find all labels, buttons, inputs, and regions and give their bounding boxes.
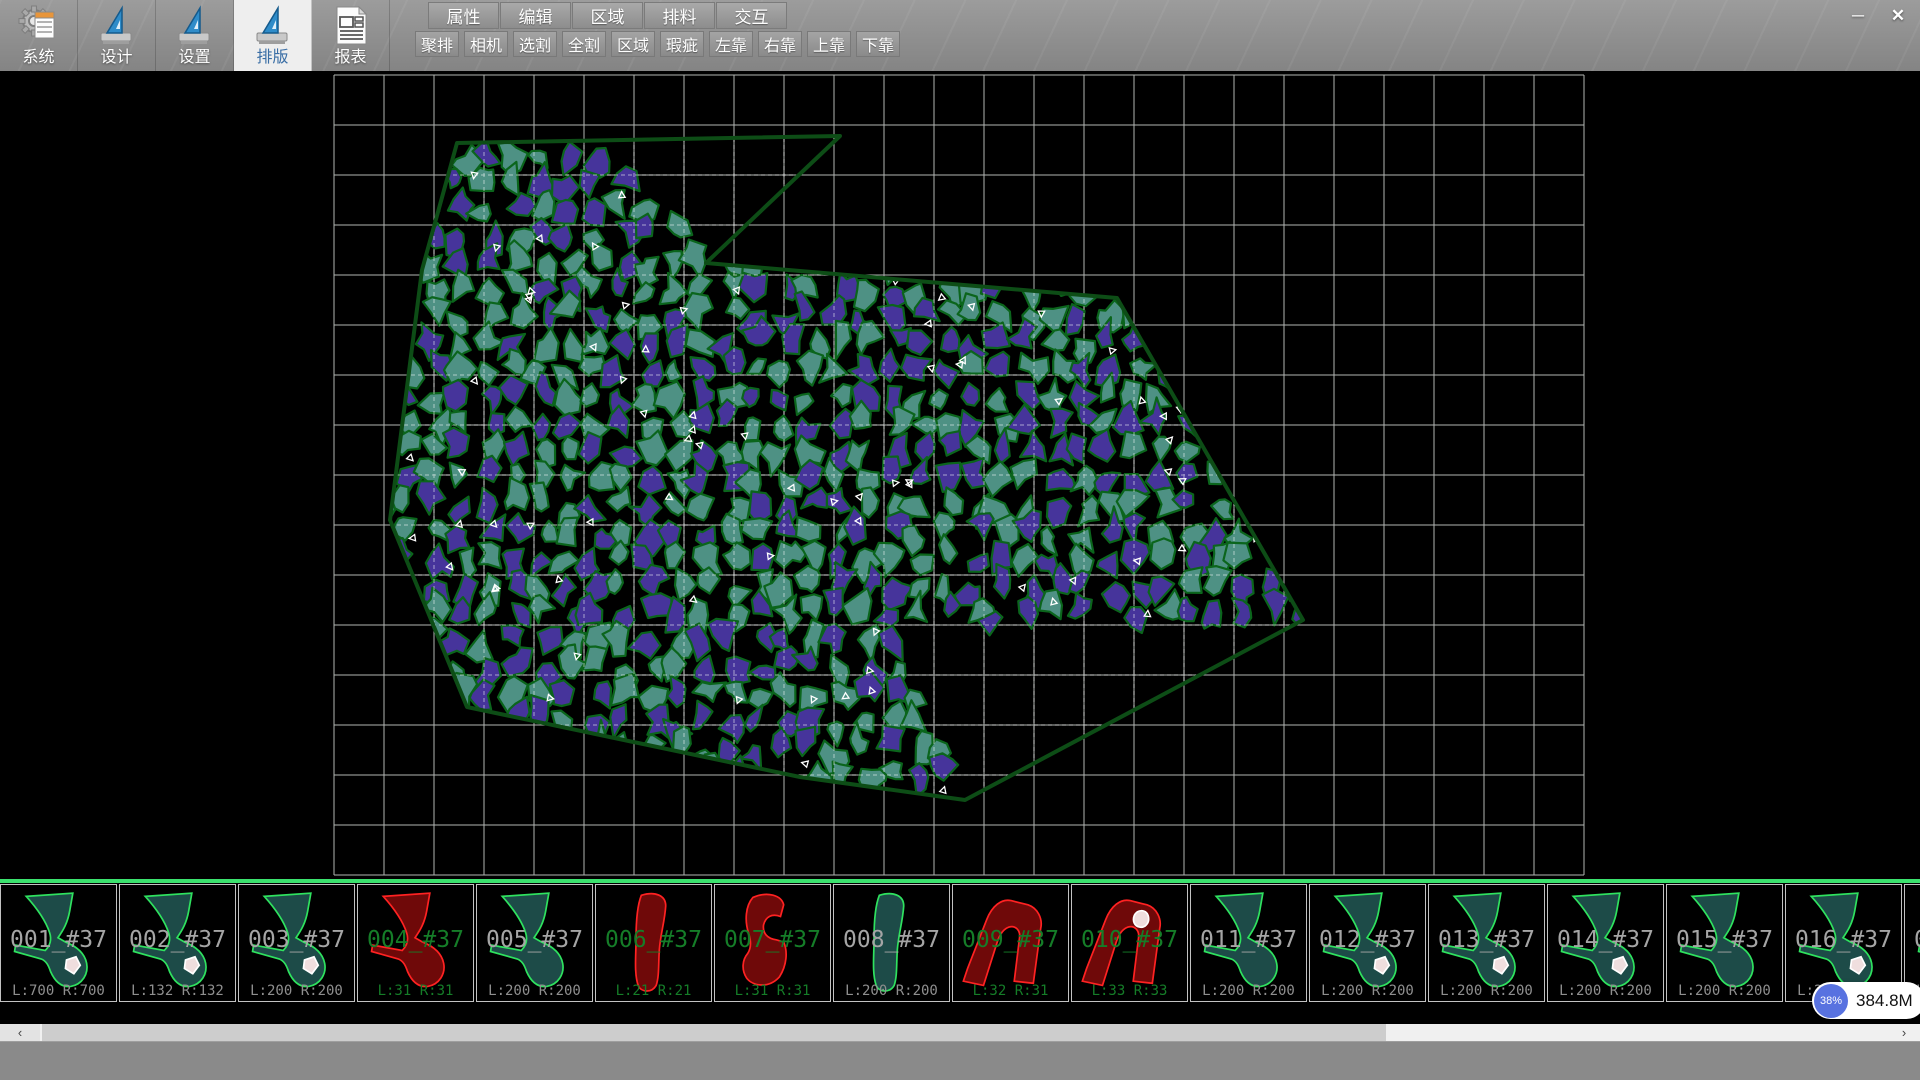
part-lr-count-label: L:200 R:200 [239, 983, 354, 999]
tool-button-4[interactable]: 全割 [562, 31, 606, 57]
part-lr-count-label: L:200 R:200 [1548, 983, 1663, 999]
menu-tab-2[interactable]: 编辑 [500, 2, 571, 29]
memory-percent-indicator: 38% [1814, 984, 1848, 1018]
part-tile-006_#37[interactable]: 006_#37 L:21 R:21 [595, 884, 712, 1002]
part-tile-010_#37[interactable]: 010_#37 L:33 R:33 [1071, 884, 1188, 1002]
part-id-label: 005_#37 [477, 927, 592, 953]
part-lr-count-label: L:200 R:200 [834, 983, 949, 999]
part-id-label: 015_#37 [1667, 927, 1782, 953]
tool-button-5[interactable]: 区域 [611, 31, 655, 57]
part-tile-008_#37[interactable]: 008_#37 L:200 R:200 [833, 884, 950, 1002]
part-tile-003_#37[interactable]: 003_#37 L:200 R:200 [238, 884, 355, 1002]
part-lr-count-label: L:700 R:700 [1, 983, 116, 999]
menu-tab-4[interactable]: 排料 [644, 2, 715, 29]
part-tile-014_#37[interactable]: 014_#37 L:200 R:200 [1547, 884, 1664, 1002]
close-icon[interactable]: ✕ [1882, 3, 1914, 29]
part-lr-count-label: L:200 R:200 [1191, 983, 1306, 999]
part-lr-count-label: L:32 R:31 [953, 983, 1068, 999]
part-tile-011_#37[interactable]: 011_#37 L:200 R:200 [1190, 884, 1307, 1002]
launcher-item-label: 设计 [100, 48, 132, 68]
toolbar: 系统设计设置排版报表 属性编辑区域排料交互 聚排相机选割全割区域瑕疵左靠右靠上靠… [0, 0, 1920, 72]
part-id-label: 007_#37 [715, 927, 830, 953]
set-square-icon [251, 3, 295, 47]
part-lr-count-label: L:21 R:21 [596, 983, 711, 999]
status-bar [0, 1041, 1920, 1080]
part-lr-count-label: L:200 R:200 [477, 983, 592, 999]
scroll-left-icon[interactable]: ‹ [0, 1024, 40, 1041]
part-lr-count-label: L:31 R:31 [715, 983, 830, 999]
part-tile-013_#37[interactable]: 013_#37 L:200 R:200 [1428, 884, 1545, 1002]
part-id-label: 014_#37 [1548, 927, 1663, 953]
report-icon [329, 3, 373, 47]
launcher-item-4[interactable]: 排版 [234, 0, 312, 71]
tool-button-10[interactable]: 下靠 [856, 31, 900, 57]
part-lr-count-label: L:33 R:33 [1072, 983, 1187, 999]
part-id-label: 017_#37 [1905, 927, 1920, 953]
part-lr-count-label: L:200 R:200 [1667, 983, 1782, 999]
memory-size-label: 384.8M [1856, 991, 1913, 1011]
set-square-icon [95, 3, 139, 47]
tool-button-6[interactable]: 瑕疵 [660, 31, 704, 57]
launcher-item-3[interactable]: 设置 [156, 0, 234, 71]
menu-tab-bar: 属性编辑区域排料交互 [428, 2, 788, 29]
tool-button-bar: 聚排相机选割全割区域瑕疵左靠右靠上靠下靠 [415, 31, 905, 57]
part-tile-005_#37[interactable]: 005_#37 L:200 R:200 [476, 884, 593, 1002]
launcher-bar: 系统 设计 设置 排版 报表 [0, 0, 390, 71]
part-id-label: 002_#37 [120, 927, 235, 953]
part-tile-009_#37[interactable]: 009_#37 L:32 R:31 [952, 884, 1069, 1002]
part-tile-015_#37[interactable]: 015_#37 L:200 R:200 [1666, 884, 1783, 1002]
memory-usage-badge: 38% 384.8M [1812, 982, 1920, 1019]
part-tile-001_#37[interactable]: 001_#37 L:700 R:700 [0, 884, 117, 1002]
launcher-item-1[interactable]: 系统 [0, 0, 78, 71]
tool-button-1[interactable]: 聚排 [415, 31, 459, 57]
tool-button-3[interactable]: 选割 [513, 31, 557, 57]
launcher-item-2[interactable]: 设计 [78, 0, 156, 71]
tool-button-9[interactable]: 上靠 [807, 31, 851, 57]
part-id-label: 003_#37 [239, 927, 354, 953]
tool-button-2[interactable]: 相机 [464, 31, 508, 57]
part-id-label: 006_#37 [596, 927, 711, 953]
part-id-label: 016_#37 [1786, 927, 1901, 953]
launcher-item-label: 排版 [256, 48, 288, 68]
part-lr-count-label: L:31 R:31 [358, 983, 473, 999]
window-controls: ─ ✕ [1842, 3, 1914, 29]
launcher-item-5[interactable]: 报表 [312, 0, 390, 71]
nesting-canvas-area [0, 71, 1920, 879]
menu-tab-1[interactable]: 属性 [428, 2, 499, 29]
tool-button-7[interactable]: 左靠 [709, 31, 753, 57]
part-tile-007_#37[interactable]: 007_#37 L:31 R:31 [714, 884, 831, 1002]
parts-tile-list: 001_#37L:700 R:700002_#37L:132 R:132003_… [0, 883, 1920, 1003]
tool-button-8[interactable]: 右靠 [758, 31, 802, 57]
scrollbar-thumb[interactable] [42, 1024, 1386, 1041]
part-id-label: 010_#37 [1072, 927, 1187, 953]
parts-strip: 001_#37L:700 R:700002_#37L:132 R:132003_… [0, 879, 1920, 1003]
menu-tab-3[interactable]: 区域 [572, 2, 643, 29]
launcher-item-label: 报表 [334, 48, 366, 68]
part-tile-012_#37[interactable]: 012_#37 L:200 R:200 [1309, 884, 1426, 1002]
part-id-label: 008_#37 [834, 927, 949, 953]
horizontal-scrollbar: ‹ › [0, 1024, 1920, 1041]
part-id-label: 013_#37 [1429, 927, 1544, 953]
launcher-item-label: 系统 [22, 48, 54, 68]
set-square-icon [173, 3, 217, 47]
launcher-item-label: 设置 [178, 48, 210, 68]
part-id-label: 012_#37 [1310, 927, 1425, 953]
part-id-label: 009_#37 [953, 927, 1068, 953]
part-lr-count-label: L:132 R:132 [120, 983, 235, 999]
part-lr-count-label: L:200 R:200 [1429, 983, 1544, 999]
gear-document-icon [17, 3, 61, 47]
part-tile-004_#37[interactable]: 004_#37 L:31 R:31 [357, 884, 474, 1002]
minimize-icon[interactable]: ─ [1842, 3, 1874, 29]
part-id-label: 001_#37 [1, 927, 116, 953]
scroll-right-icon[interactable]: › [1890, 1024, 1918, 1041]
menu-tab-5[interactable]: 交互 [716, 2, 787, 29]
application-window: 系统设计设置排版报表 属性编辑区域排料交互 聚排相机选割全割区域瑕疵左靠右靠上靠… [0, 0, 1920, 1080]
part-id-label: 004_#37 [358, 927, 473, 953]
part-lr-count-label: L:200 R:200 [1310, 983, 1425, 999]
nesting-canvas[interactable] [0, 71, 1920, 879]
part-tile-002_#37[interactable]: 002_#37 L:132 R:132 [119, 884, 236, 1002]
part-id-label: 011_#37 [1191, 927, 1306, 953]
